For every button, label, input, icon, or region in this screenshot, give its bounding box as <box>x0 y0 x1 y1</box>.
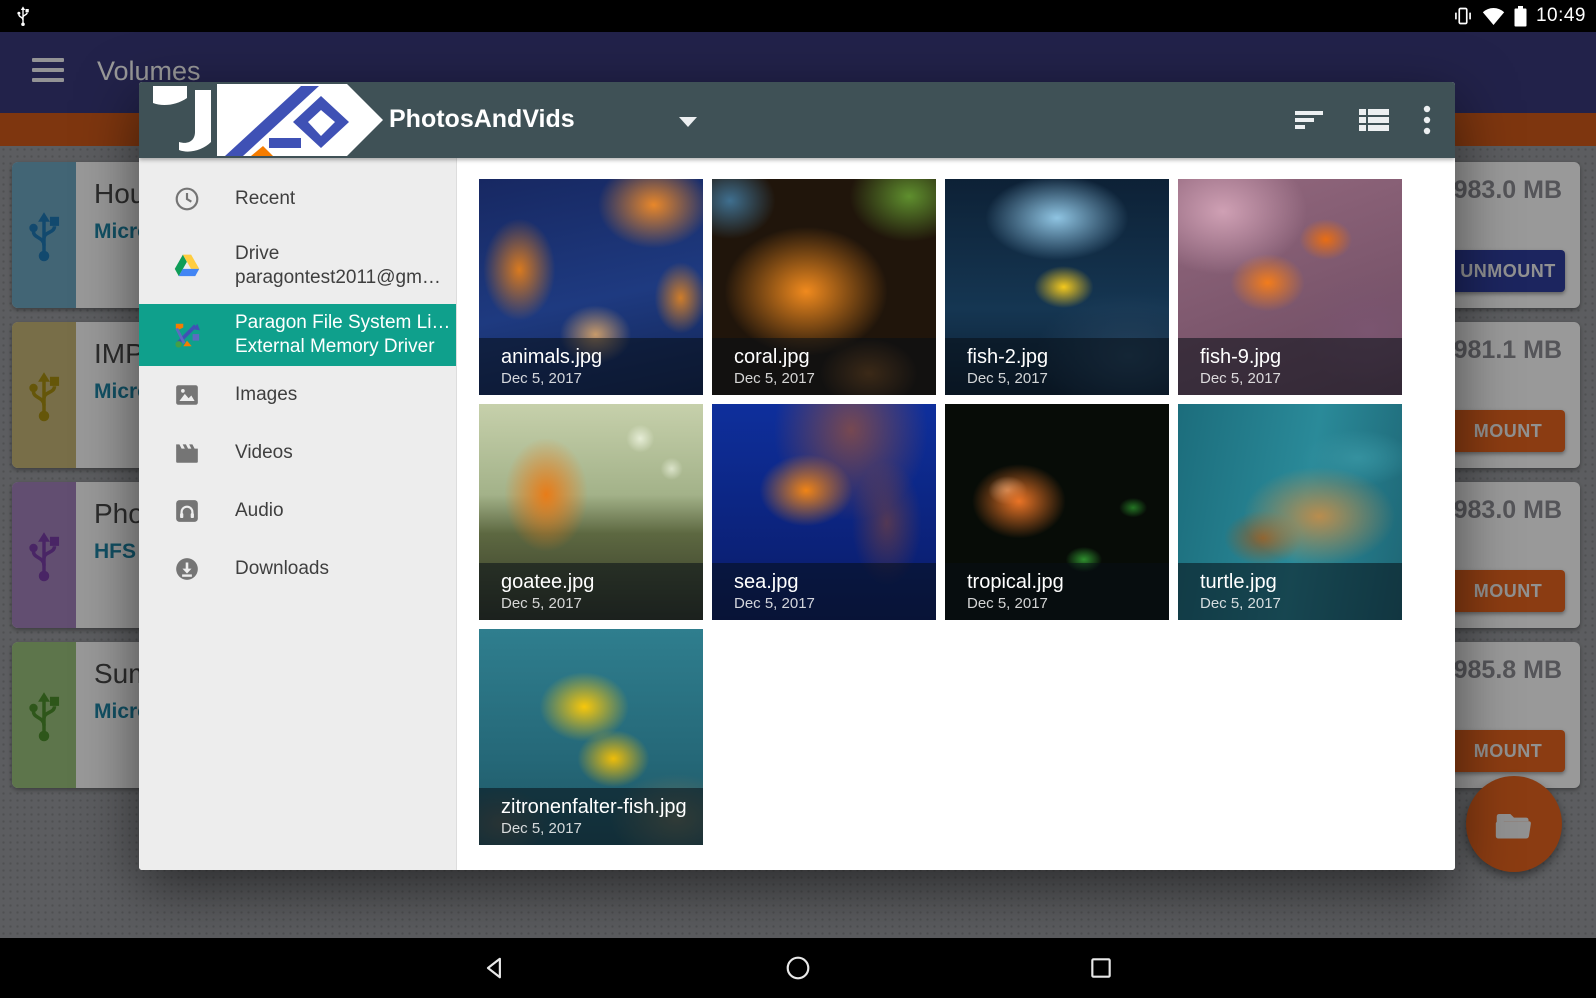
picker-topbar: PhotosAndVids <box>139 82 1455 158</box>
recents-button[interactable] <box>1077 944 1125 992</box>
sidebar-item-images[interactable]: Images <box>139 366 456 424</box>
sidebar-item-label: Paragon File System Li… External Memory … <box>235 311 450 359</box>
sidebar-item-label: Audio <box>235 499 284 523</box>
download-icon <box>173 556 201 582</box>
status-bar: 10:49 <box>0 0 1596 32</box>
sidebar-item-label: Drive paragontest2011@gm… <box>235 242 441 290</box>
file-tile[interactable]: coral.jpgDec 5, 2017 <box>712 179 936 395</box>
file-name: zitronenfalter-fish.jpg <box>501 795 703 819</box>
picker-sidebar: Recent Drive paragontest2011@gm… <box>139 158 457 870</box>
view-list-icon[interactable] <box>1359 108 1389 132</box>
wifi-icon <box>1482 6 1505 26</box>
sidebar-item-recent[interactable]: Recent <box>139 170 456 228</box>
file-tile[interactable]: tropical.jpgDec 5, 2017 <box>945 404 1169 620</box>
sidebar-item-label: Videos <box>235 441 293 465</box>
file-name: animals.jpg <box>501 345 703 369</box>
vibrate-icon <box>1453 6 1473 26</box>
video-icon <box>173 440 201 466</box>
file-grid-area: animals.jpgDec 5, 2017 coral.jpgDec 5, 2… <box>457 158 1455 870</box>
paragon-logo <box>151 84 383 156</box>
file-tile[interactable]: animals.jpgDec 5, 2017 <box>479 179 703 395</box>
audio-icon <box>173 498 201 524</box>
sidebar-item-label: Downloads <box>235 557 329 581</box>
file-date: Dec 5, 2017 <box>967 369 1169 388</box>
file-tile[interactable]: goatee.jpgDec 5, 2017 <box>479 404 703 620</box>
file-tile[interactable]: fish-2.jpgDec 5, 2017 <box>945 179 1169 395</box>
file-name: goatee.jpg <box>501 570 703 594</box>
sidebar-item-paragon-fs-link[interactable]: Paragon File System Li… External Memory … <box>139 304 456 366</box>
file-tile[interactable]: fish-9.jpgDec 5, 2017 <box>1178 179 1402 395</box>
battery-icon <box>1514 6 1527 27</box>
navigation-bar <box>0 938 1596 998</box>
usb-debug-icon <box>14 5 32 32</box>
file-name: coral.jpg <box>734 345 936 369</box>
sidebar-item-label: Images <box>235 383 297 407</box>
file-date: Dec 5, 2017 <box>1200 369 1402 388</box>
sidebar-item-downloads[interactable]: Downloads <box>139 540 456 598</box>
documents-picker-dialog: PhotosAndVids Recent <box>139 82 1455 870</box>
file-name: tropical.jpg <box>967 570 1169 594</box>
file-date: Dec 5, 2017 <box>734 594 936 613</box>
back-button[interactable] <box>471 944 519 992</box>
file-name: fish-9.jpg <box>1200 345 1402 369</box>
more-options-icon[interactable] <box>1423 105 1431 135</box>
sidebar-item-drive[interactable]: Drive paragontest2011@gm… <box>139 228 456 304</box>
sidebar-item-videos[interactable]: Videos <box>139 424 456 482</box>
file-date: Dec 5, 2017 <box>501 594 703 613</box>
clock-icon <box>173 186 201 212</box>
file-name: turtle.jpg <box>1200 570 1402 594</box>
clock-time: 10:49 <box>1536 5 1586 27</box>
file-name: sea.jpg <box>734 570 936 594</box>
file-name: fish-2.jpg <box>967 345 1169 369</box>
file-date: Dec 5, 2017 <box>734 369 936 388</box>
file-tile[interactable]: sea.jpgDec 5, 2017 <box>712 404 936 620</box>
sort-icon[interactable] <box>1295 108 1325 132</box>
file-date: Dec 5, 2017 <box>501 369 703 388</box>
home-button[interactable] <box>774 944 822 992</box>
image-icon <box>173 382 201 408</box>
file-date: Dec 5, 2017 <box>967 594 1169 613</box>
chevron-down-icon[interactable] <box>679 117 697 127</box>
android-screen: Volumes Hous Micros 983.0 MB UNMOUNT IMP… <box>0 0 1596 998</box>
sidebar-item-audio[interactable]: Audio <box>139 482 456 540</box>
folder-selector[interactable]: PhotosAndVids <box>389 105 575 134</box>
sidebar-item-label: Recent <box>235 187 295 211</box>
drive-icon <box>173 254 201 278</box>
file-date: Dec 5, 2017 <box>501 819 703 838</box>
paragon-icon <box>173 320 201 350</box>
file-date: Dec 5, 2017 <box>1200 594 1402 613</box>
file-tile[interactable]: turtle.jpgDec 5, 2017 <box>1178 404 1402 620</box>
file-tile[interactable]: zitronenfalter-fish.jpgDec 5, 2017 <box>479 629 703 845</box>
